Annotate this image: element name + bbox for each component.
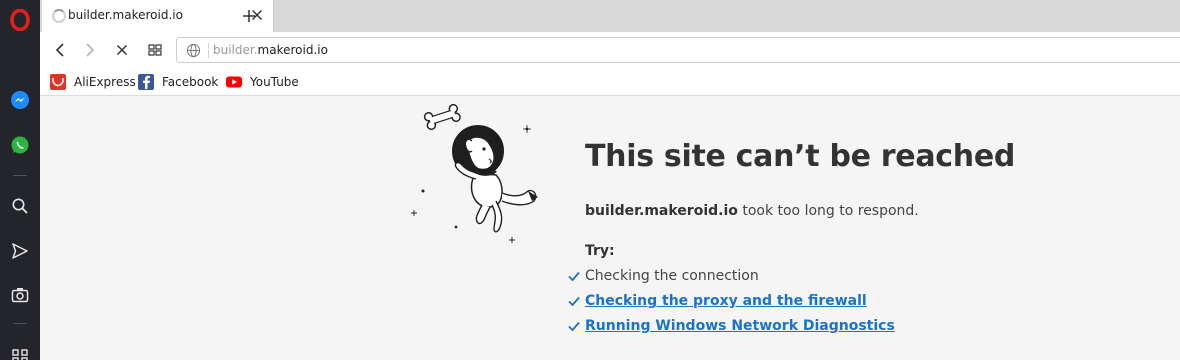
bookmark-aliexpress[interactable]: AliExpress	[50, 74, 136, 90]
camera-icon[interactable]	[0, 275, 40, 315]
whatsapp-icon[interactable]	[0, 125, 40, 165]
error-message: builder.makeroid.io took too long to res…	[585, 203, 919, 219]
address-bar[interactable]: builder.makeroid.io	[176, 37, 1180, 63]
speed-dial-grid-icon[interactable]	[143, 38, 167, 62]
stop-loading-icon[interactable]	[110, 38, 134, 62]
bookmark-label: AliExpress	[74, 75, 136, 89]
bookmark-youtube[interactable]: YouTube	[226, 74, 299, 90]
suggestion-item: Checking the connection	[567, 266, 759, 286]
check-icon	[568, 321, 580, 332]
send-icon[interactable]	[0, 231, 40, 271]
error-page: This site can’t be reached builder.maker…	[40, 97, 1180, 360]
check-icon	[568, 271, 580, 282]
astronaut-dog-illustration	[411, 103, 538, 243]
suggestion-item: Running Windows Network Diagnostics	[567, 316, 895, 336]
error-detail: took too long to respond.	[737, 203, 919, 219]
bookmark-label: Facebook	[162, 75, 219, 89]
grid-icon[interactable]	[0, 336, 40, 360]
navigation-toolbar: builder.makeroid.io	[40, 32, 1180, 68]
opera-sidebar	[0, 0, 40, 360]
try-label: Try:	[585, 243, 615, 259]
browser-window: builder.makeroid.io builder.makeroid.io	[0, 0, 1180, 360]
check-icon	[568, 296, 580, 307]
sidebar-divider	[13, 323, 27, 324]
new-tab-plus-icon[interactable]	[239, 6, 259, 26]
bookmark-facebook[interactable]: Facebook	[138, 74, 218, 90]
loading-spinner-icon	[52, 9, 66, 23]
back-arrow-icon[interactable]	[48, 38, 72, 62]
youtube-icon	[226, 74, 242, 90]
tab-title: builder.makeroid.io	[68, 8, 183, 22]
search-icon[interactable]	[0, 186, 40, 226]
bookmarks-bar: AliExpress Facebook YouTube	[40, 68, 1180, 96]
url-subdomain: builder.	[213, 43, 258, 57]
facebook-icon	[138, 74, 154, 90]
network-diagnostics-link[interactable]: Running Windows Network Diagnostics	[585, 318, 895, 334]
url-host: makeroid.io	[257, 43, 328, 57]
bookmark-label: YouTube	[250, 75, 299, 89]
bone-icon	[423, 103, 461, 131]
proxy-firewall-link[interactable]: Checking the proxy and the firewall	[585, 293, 867, 309]
forward-arrow-icon[interactable]	[78, 38, 102, 62]
error-title: This site can’t be reached	[585, 139, 1016, 174]
suggestion-text: Checking the connection	[585, 268, 759, 284]
suggestion-item: Checking the proxy and the firewall	[567, 291, 867, 311]
tab-strip: builder.makeroid.io	[40, 0, 1180, 32]
sidebar-divider	[13, 175, 27, 176]
opera-logo-icon[interactable]	[0, 0, 40, 40]
globe-icon	[186, 43, 201, 58]
url-divider	[208, 43, 209, 58]
error-host: builder.makeroid.io	[585, 203, 738, 219]
url-text: builder.makeroid.io	[213, 43, 328, 57]
aliexpress-icon	[50, 74, 66, 90]
messenger-icon[interactable]	[0, 80, 40, 120]
